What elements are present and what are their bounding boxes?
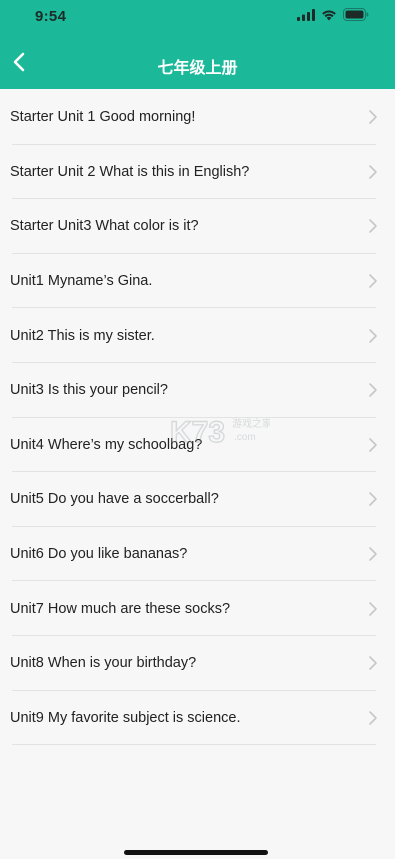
list-item-label: Unit5 Do you have a soccerball? (10, 491, 219, 508)
chevron-right-icon (368, 328, 378, 344)
status-bar: 9:54 (0, 0, 395, 36)
chevron-right-icon (368, 382, 378, 398)
list-item[interactable]: Starter Unit3 What color is it? (0, 199, 395, 254)
chevron-right-icon (368, 601, 378, 617)
chevron-right-icon (368, 491, 378, 507)
home-indicator (124, 850, 268, 855)
list-item-label: Unit6 Do you like bananas? (10, 546, 188, 563)
list-item[interactable]: Unit1 Myname’s Gina. (0, 254, 395, 309)
chevron-right-icon (368, 164, 378, 180)
chevron-right-icon (368, 109, 378, 125)
chevron-right-icon (368, 710, 378, 726)
list-item-label: Unit8 When is your birthday? (10, 655, 197, 672)
chevron-right-icon (368, 218, 378, 234)
svg-text:游戏之家: 游戏之家 (232, 417, 270, 430)
list-item-label: Unit9 My favorite subject is science. (10, 709, 241, 726)
divider (12, 744, 376, 746)
chevron-right-icon (368, 655, 378, 671)
status-icons (297, 8, 369, 26)
list-item-label: Starter Unit 2 What is this in English? (10, 163, 250, 180)
list-item-label: Unit2 This is my sister. (10, 327, 155, 344)
list-item[interactable]: Unit7 How much are these socks? (0, 581, 395, 636)
list-item[interactable]: Unit6 Do you like bananas? (0, 527, 395, 582)
screen: 9:54 七年级上册 Starter Unit 1 Good morning! … (0, 0, 395, 859)
signal-icon (297, 8, 315, 26)
list-item-label: Unit1 Myname’s Gina. (10, 273, 153, 290)
wifi-icon (321, 8, 337, 26)
list-item-label: Unit7 How much are these socks? (10, 600, 231, 617)
page-title: 七年级上册 (157, 60, 238, 77)
list-item-label: Unit3 Is this your pencil? (10, 382, 168, 399)
list-item-label: Starter Unit 1 Good morning! (10, 109, 196, 126)
nav-bar: 七年级上册 (0, 40, 395, 88)
status-time: 9:54 (35, 8, 67, 25)
svg-text:.com: .com (234, 432, 256, 443)
list-item[interactable]: Starter Unit 1 Good morning! (0, 90, 395, 145)
list-item[interactable]: Unit2 This is my sister. (0, 308, 395, 363)
header: 9:54 七年级上册 (0, 0, 395, 89)
svg-text:K73: K73 (170, 416, 225, 448)
list-item[interactable]: Unit8 When is your birthday? (0, 636, 395, 691)
chevron-right-icon (368, 273, 378, 289)
list-item[interactable]: Unit3 Is this your pencil? (0, 363, 395, 418)
chevron-right-icon (368, 437, 378, 453)
list-item[interactable]: Starter Unit 2 What is this in English? (0, 145, 395, 200)
list-item[interactable]: Unit9 My favorite subject is science. (0, 691, 395, 746)
list-item-label: Starter Unit3 What color is it? (10, 218, 199, 235)
chevron-right-icon (368, 546, 378, 562)
list-item[interactable]: Unit5 Do you have a soccerball? (0, 472, 395, 527)
k73-watermark-logo: K73 游戏之家 .com (169, 412, 272, 449)
battery-icon (343, 8, 369, 26)
